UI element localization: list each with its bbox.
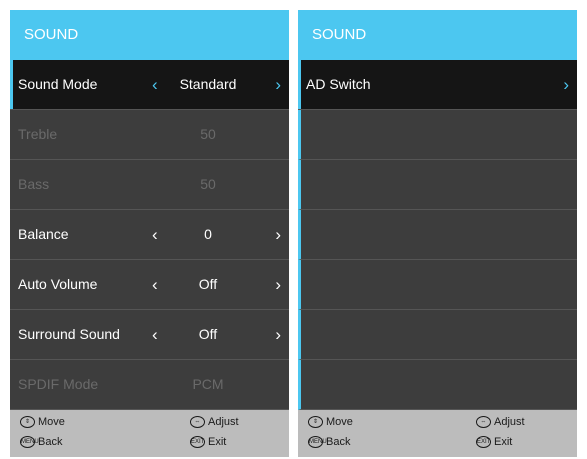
- menu-item-value: PCM: [192, 376, 224, 392]
- menu-item-value: 0: [204, 226, 212, 242]
- menu-item-value: 50: [200, 176, 216, 192]
- menu-item-value: 50: [200, 126, 216, 142]
- sound-menu-panel: SOUND Sound Mode ‹ Standard › Treble 50 …: [10, 10, 289, 457]
- hint-label: Adjust: [494, 416, 525, 428]
- menu-item-value: Standard: [179, 76, 237, 92]
- hint-label: Exit: [494, 436, 513, 448]
- hint-exit: EXIT Exit: [476, 436, 512, 448]
- updown-key-icon: ⇕: [308, 416, 323, 428]
- hint-label: Back: [38, 436, 63, 448]
- empty-menu-row: [298, 310, 577, 360]
- hint-label: Move: [38, 416, 65, 428]
- menu-title: SOUND: [10, 10, 289, 60]
- hint-move: ⇕ Move: [308, 416, 353, 428]
- hint-label: Adjust: [208, 416, 239, 428]
- left-arrow-icon[interactable]: ‹: [152, 60, 158, 109]
- menu-item-value: Off: [198, 326, 218, 342]
- key-hints-bar: ⇕ Move ⇔ Adjust MENU Back EXIT Exit: [10, 410, 289, 457]
- right-arrow-icon[interactable]: ›: [275, 210, 281, 259]
- menu-item-bass: Bass 50: [10, 160, 289, 210]
- menu-item-ad-switch[interactable]: AD Switch ›: [298, 60, 577, 110]
- menu-item-surround-sound[interactable]: Surround Sound ‹ Off ›: [10, 310, 289, 360]
- menu-item-spdif-mode: SPDIF Mode PCM: [10, 360, 289, 410]
- menu-item-label: Sound Mode: [18, 76, 98, 92]
- hint-move: ⇕ Move: [20, 416, 65, 428]
- menu-item-balance[interactable]: Balance ‹ 0 ›: [10, 210, 289, 260]
- menu-item-label: Treble: [18, 126, 58, 142]
- hint-label: Exit: [208, 436, 227, 448]
- updown-key-icon: ⇕: [20, 416, 35, 428]
- menu-item-auto-volume[interactable]: Auto Volume ‹ Off ›: [10, 260, 289, 310]
- left-arrow-icon[interactable]: ‹: [152, 260, 158, 309]
- menu-item-label: Bass: [18, 176, 50, 192]
- right-arrow-icon[interactable]: ›: [275, 310, 281, 359]
- key-hints-bar: ⇕ Move ⇔ Adjust MENU Back EXIT Exit: [298, 410, 577, 457]
- left-arrow-icon[interactable]: ‹: [152, 210, 158, 259]
- hint-label: Back: [326, 436, 351, 448]
- menu-item-label: Auto Volume: [18, 276, 98, 292]
- leftright-key-icon: ⇔: [190, 416, 205, 428]
- left-arrow-icon[interactable]: ‹: [152, 310, 158, 359]
- exit-key-icon: EXIT: [190, 436, 205, 448]
- empty-menu-row: [298, 360, 577, 410]
- right-arrow-icon[interactable]: ›: [275, 260, 281, 309]
- hint-label: Move: [326, 416, 353, 428]
- hint-adjust: ⇔ Adjust: [190, 416, 239, 428]
- menu-item-label: SPDIF Mode: [18, 376, 99, 392]
- empty-menu-row: [298, 110, 577, 160]
- empty-menu-row: [298, 160, 577, 210]
- menu-item-label: AD Switch: [306, 76, 371, 92]
- menu-title: SOUND: [298, 10, 577, 60]
- right-arrow-icon[interactable]: ›: [275, 60, 281, 109]
- menu-item-label: Surround Sound: [18, 326, 120, 342]
- right-arrow-icon[interactable]: ›: [563, 60, 569, 109]
- empty-menu-row: [298, 260, 577, 310]
- menu-item-value: Off: [198, 276, 218, 292]
- exit-key-icon: EXIT: [476, 436, 491, 448]
- hint-adjust: ⇔ Adjust: [476, 416, 525, 428]
- menu-item-label: Balance: [18, 226, 69, 242]
- menu-item-treble: Treble 50: [10, 110, 289, 160]
- leftright-key-icon: ⇔: [476, 416, 491, 428]
- menu-key-icon: MENU: [308, 436, 327, 448]
- hint-back: MENU Back: [308, 436, 350, 448]
- sound-ad-panel: SOUND AD Switch › ⇕ Move ⇔ Adjust MENU B…: [298, 10, 577, 457]
- hint-exit: EXIT Exit: [190, 436, 226, 448]
- menu-key-icon: MENU: [20, 436, 39, 448]
- hint-back: MENU Back: [20, 436, 62, 448]
- menu-item-sound-mode[interactable]: Sound Mode ‹ Standard ›: [10, 60, 289, 110]
- empty-menu-row: [298, 210, 577, 260]
